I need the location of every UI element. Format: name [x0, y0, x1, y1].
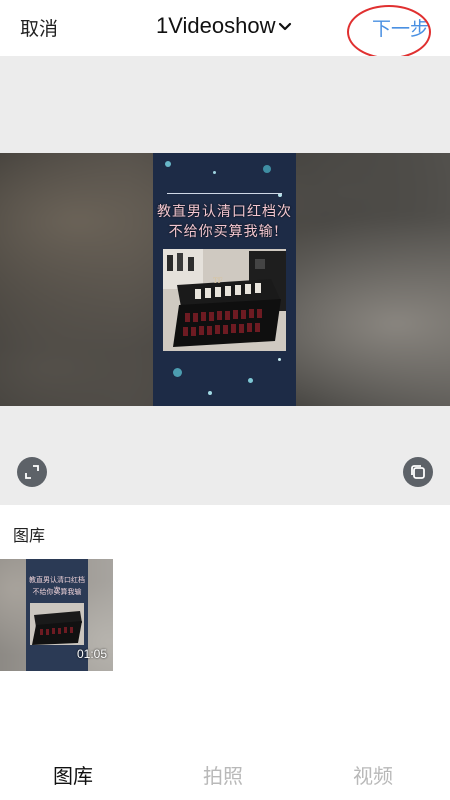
lipstick-photo: TF	[163, 249, 286, 351]
video-preview-area: 教直男认清口红档次 不给你买算我输! TF	[0, 56, 450, 505]
decor-dot	[173, 368, 182, 377]
video-preview[interactable]: 教直男认清口红档次 不给你买算我输! TF	[0, 153, 450, 406]
cancel-button[interactable]: 取消	[20, 14, 58, 41]
multi-select-button[interactable]	[403, 457, 433, 487]
tab-video[interactable]: 视频	[353, 760, 393, 789]
tab-camera[interactable]: 拍照	[203, 760, 243, 789]
frame-caption-line1: 教直男认清口红档次	[157, 204, 292, 220]
brand-mark: TF	[213, 277, 223, 285]
video-duration: 01:05	[76, 647, 107, 661]
decor-dot	[165, 161, 171, 167]
gallery-section-label: 图库	[13, 526, 46, 545]
chevron-down-icon	[279, 22, 292, 31]
decor-dot	[213, 171, 216, 174]
copy-icon	[411, 465, 425, 479]
decor-dot	[278, 358, 281, 361]
expand-button[interactable]	[17, 457, 47, 487]
tab-gallery[interactable]: 图库	[53, 760, 93, 789]
thumbnail-caption-line2: 不给你买算我输	[32, 588, 82, 596]
decor-dot	[263, 165, 271, 173]
decor-dot	[208, 391, 212, 395]
video-frame: 教直男认清口红档次 不给你买算我输! TF	[153, 153, 296, 406]
album-selector[interactable]: 1Videoshow	[156, 13, 292, 39]
frame-caption-line2: 不给你买算我输!	[168, 224, 281, 240]
next-button[interactable]: 下一步	[372, 14, 429, 41]
decor-dot	[248, 378, 253, 383]
expand-icon	[25, 465, 39, 479]
album-title: 1Videoshow	[156, 13, 276, 38]
gallery-item[interactable]: 教直男认清口红档次 不给你买算我输 01:05	[0, 559, 113, 671]
divider	[167, 193, 282, 194]
top-bar: 取消 1Videoshow 下一步	[0, 0, 450, 59]
thumbnail-image	[30, 603, 84, 645]
lipstick-case-image: TF	[163, 249, 286, 351]
